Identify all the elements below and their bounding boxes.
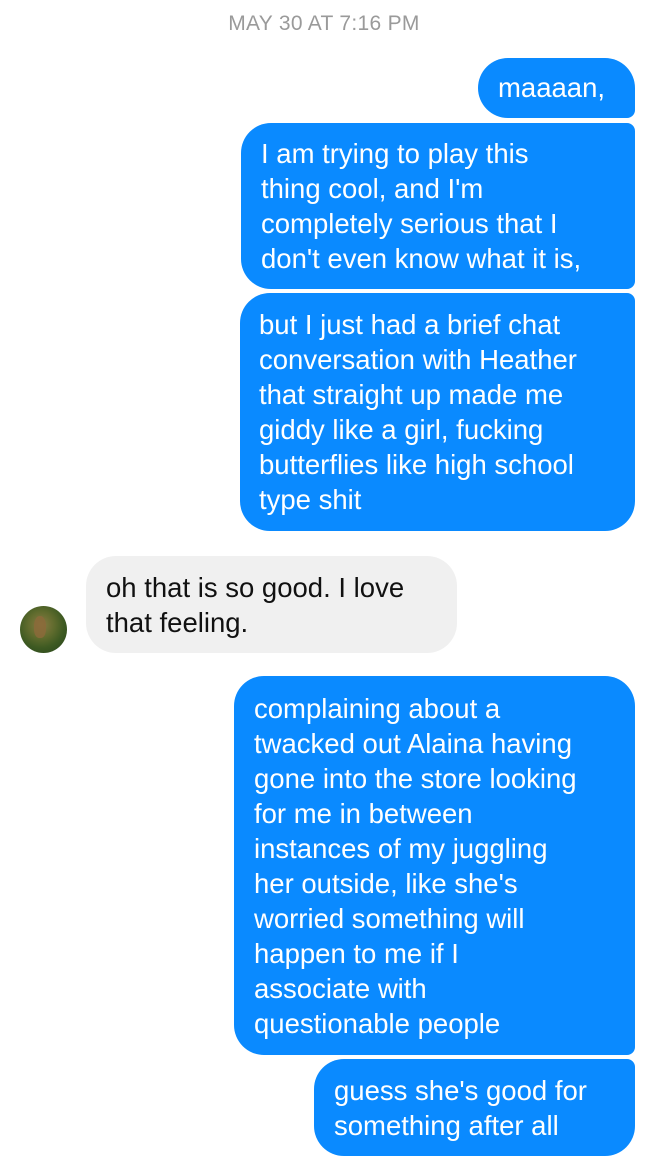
message-bubble-incoming[interactable]: oh that is so good. I love that feeling.: [86, 556, 457, 653]
conversation-timestamp: MAY 30 AT 7:16 PM: [228, 12, 420, 35]
contact-avatar[interactable]: [20, 606, 67, 653]
message-bubble-outgoing[interactable]: I am trying to play this thing cool, and…: [241, 123, 635, 289]
message-bubble-outgoing[interactable]: maaaan,: [478, 58, 635, 118]
message-bubble-outgoing[interactable]: but I just had a brief chat conversation…: [240, 293, 635, 531]
message-bubble-outgoing[interactable]: complaining about a twacked out Alaina h…: [234, 676, 635, 1055]
message-bubble-outgoing[interactable]: guess she's good for something after all: [314, 1059, 635, 1156]
